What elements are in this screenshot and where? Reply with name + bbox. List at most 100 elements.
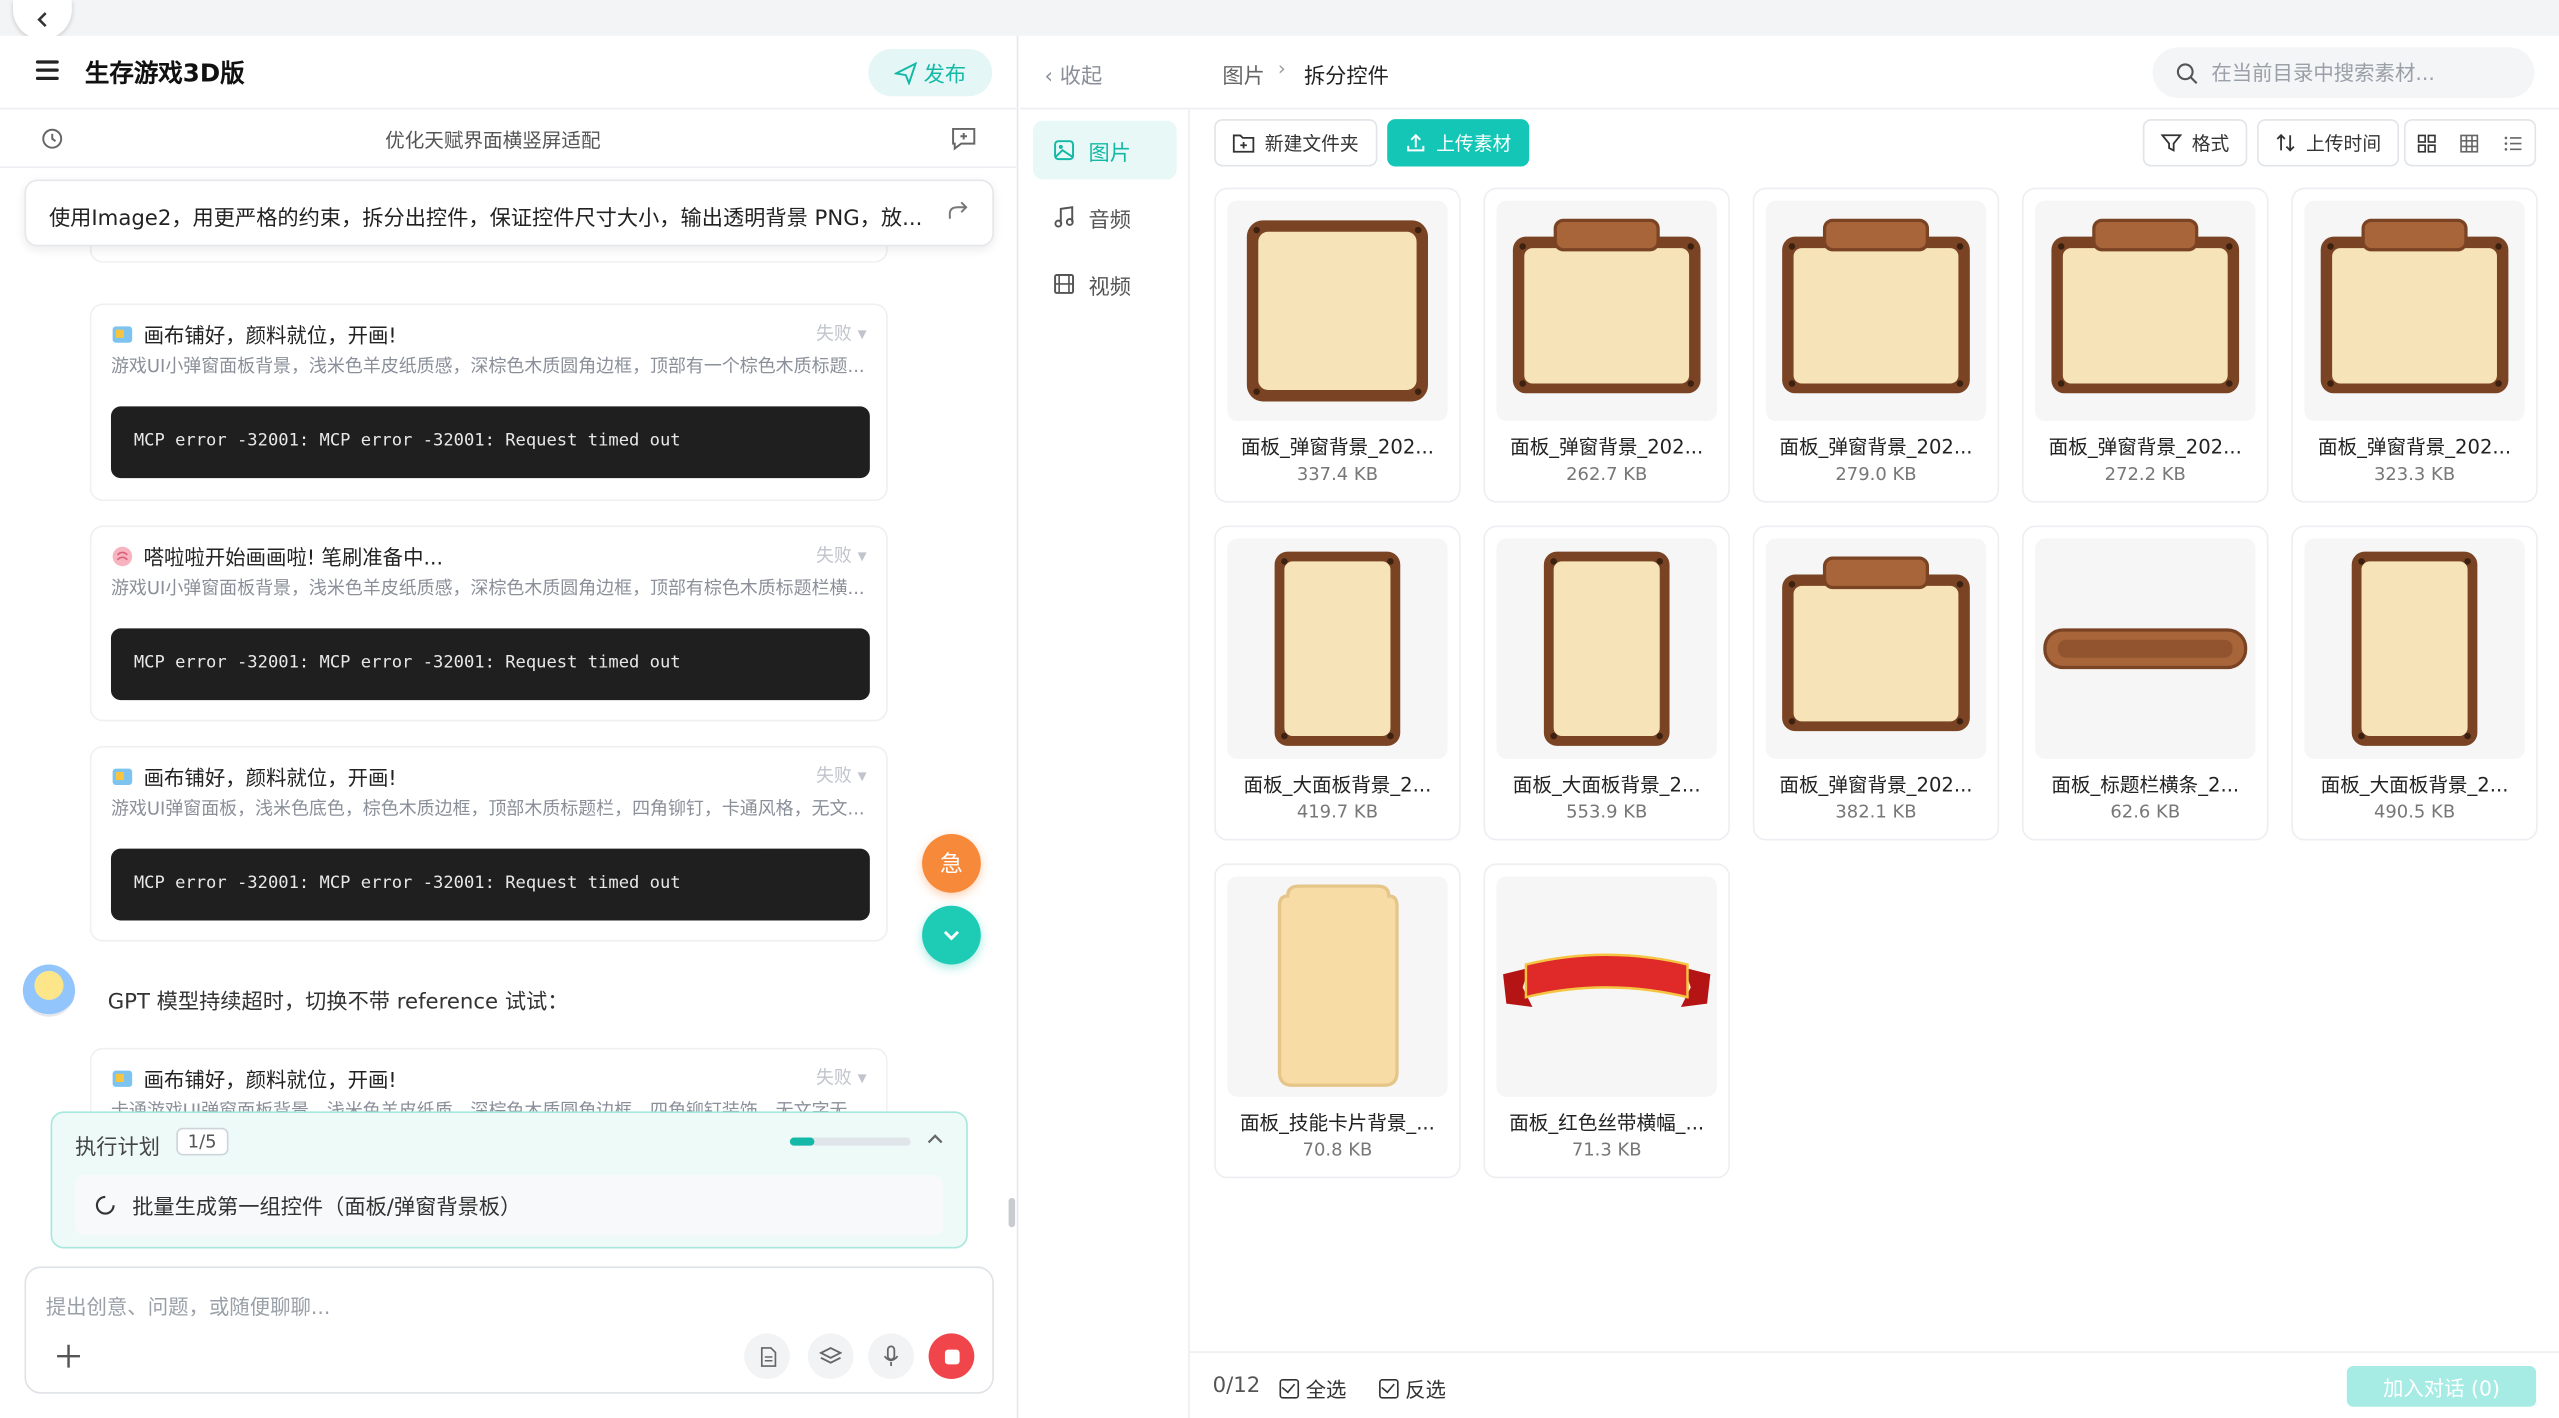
task-card: 画布铺好，颜料就位，开画! 失败 ▾ 游戏UI小弹窗面板背景，浅米色羊皮纸质感，… [89,303,888,502]
sort-icon [2276,133,2295,152]
microphone-button[interactable] [868,1333,914,1380]
scroll-down-button[interactable] [922,905,981,965]
sidebar-item-images[interactable]: 图片 [1033,120,1177,180]
plus-icon[interactable] [54,1342,83,1371]
collapse-button[interactable]: ‹ 收起 [1044,59,1102,89]
menu-icon[interactable] [35,60,59,83]
error-block: MCP error -32001: MCP error -32001: Requ… [110,848,870,921]
asset-name: 面板_红色丝带横幅_... [1509,1111,1705,1135]
asset-name: 面板_弹窗背景_202... [1510,435,1704,459]
asset-tile[interactable]: 面板_弹窗背景_202... 337.4 KB [1214,187,1461,503]
asset-size: 553.9 KB [1566,801,1648,823]
layers-button[interactable] [807,1333,854,1380]
upload-icon [1407,133,1425,152]
asset-size: 490.5 KB [2373,801,2456,823]
asset-tile[interactable]: 面板_弹窗背景_202... 279.0 KB [1752,187,2000,503]
asset-thumbnail [1227,200,1448,422]
asset-tile[interactable]: 面板_弹窗背景_202... 382.1 KB [1752,525,2000,841]
chat-header: 生存游戏3D版 发布 [0,36,1019,110]
chevron-down-icon[interactable]: ▾ [858,545,867,566]
checkbox-icon [1379,1378,1399,1398]
asset-name: 面板_大面板背景_2... [2320,773,2509,797]
document-icon [760,1346,776,1367]
small-grid-view-icon[interactable] [2449,121,2492,165]
task-title: 画布铺好，颜料就位，开画! [143,323,397,348]
asset-tile[interactable]: 面板_弹窗背景_202... 262.7 KB [1483,187,1730,503]
search-input[interactable] [2211,60,2506,85]
plan-item: 批量生成第一组控件（面板/弹窗背景板） [75,1175,944,1236]
upload-button[interactable]: 上传素材 [1387,119,1530,167]
breadcrumb-separator-icon: › [1277,57,1286,80]
error-block: MCP error -32001: MCP error -32001: Requ… [110,628,870,701]
asset-thumbnail [2304,538,2525,759]
asset-size: 279.0 KB [1835,463,1917,485]
chevron-up-icon[interactable] [924,1128,947,1151]
add-to-chat-button[interactable]: 加入对话 (0) [2346,1365,2537,1407]
asset-tile[interactable]: 面板_大面板背景_2... 419.7 KB [1214,525,1461,841]
asset-type-sidebar: 图片 音频 视频 [1020,109,1190,1418]
asset-header: ‹ 收起 图片 › 拆分控件 [1020,36,2559,110]
sidebar-item-audio[interactable]: 音频 [1033,188,1177,247]
sidebar-item-video[interactable]: 视频 [1033,255,1177,314]
publish-button[interactable]: 发布 [868,48,993,97]
asset-size: 71.3 KB [1571,1139,1642,1161]
asset-thumbnail [1496,200,1717,422]
list-view-icon[interactable] [2492,121,2535,165]
asset-tile[interactable]: 面板_弹窗背景_202... 323.3 KB [2291,187,2538,503]
scrollbar-thumb[interactable] [1008,1197,1016,1228]
new-chat-icon[interactable] [950,124,978,152]
task-card: 嗒啦啦开始画画啦! 笔刷准备中... 失败 ▾ 游戏UI小弹窗面板背景，浅米色羊… [89,525,888,722]
asset-tile[interactable]: 面板_技能卡片背景_... 70.8 KB [1214,863,1461,1179]
chat-input[interactable]: 提出创意、问题，或随便聊聊... [24,1266,994,1394]
asset-size: 70.8 KB [1302,1139,1373,1161]
large-grid-view-icon[interactable] [2406,121,2449,165]
sort-button[interactable]: 上传时间 [2257,119,2400,167]
stop-button[interactable] [928,1333,975,1380]
asset-size: 382.1 KB [1835,801,1917,823]
folder-plus-icon [1232,134,1255,153]
format-filter-button[interactable]: 格式 [2142,119,2248,167]
asset-panel: ‹ 收起 图片 › 拆分控件 图片 音频 视频 [1020,35,2559,1418]
new-folder-button[interactable]: 新建文件夹 [1214,119,1377,167]
chevron-down-icon[interactable]: ▾ [858,1067,867,1088]
debug-button[interactable]: 急 [922,833,981,893]
chevron-down-icon [943,930,960,941]
share-arrow-icon[interactable] [947,199,970,222]
asset-size: 337.4 KB [1296,463,1379,485]
top-strip [0,0,2559,36]
select-all-label: 全选 [1305,1377,1347,1402]
microphone-icon [883,1345,899,1366]
breadcrumb-images[interactable]: 图片 [1222,59,1264,89]
loading-spinner-icon [95,1195,115,1215]
layers-icon [819,1347,843,1364]
palette-icon [111,1067,134,1090]
asset-size: 419.7 KB [1296,801,1379,823]
asset-tile[interactable]: 面板_大面板背景_2... 490.5 KB [2291,525,2538,841]
asset-tile[interactable]: 面板_弹窗背景_202... 272.2 KB [2022,187,2269,503]
search-icon [2176,62,2198,84]
asset-tile[interactable]: 面板_标题栏横条_2... 62.6 KB [2022,525,2269,841]
plan-progress-fill [789,1137,815,1146]
document-button[interactable] [744,1333,790,1380]
film-icon [1054,274,1075,294]
asset-tile[interactable]: 面板_大面板背景_2... 553.9 KB [1483,525,1730,841]
sort-label: 上传时间 [2306,131,2382,155]
image-icon [1054,140,1075,161]
task-title: 画布铺好，颜料就位，开画! [143,765,397,790]
select-all-checkbox[interactable]: 全选 [1279,1373,1346,1404]
asset-name: 面板_技能卡片背景_... [1239,1111,1435,1135]
task-status: 失败 [815,545,852,567]
user-prompt-banner[interactable]: 使用Image2，用更严格的约束，拆分出控件，保证控件尺寸大小，输出透明背景 P… [24,179,994,247]
asset-thumbnail [1227,876,1448,1097]
invert-selection-checkbox[interactable]: 反选 [1379,1373,1446,1404]
plan-count: 1/5 [176,1127,228,1156]
asset-thumbnail [2304,200,2525,422]
brain-icon [111,545,134,568]
task-title: 画布铺好，颜料就位，开画! [143,1067,397,1092]
chevron-down-icon[interactable]: ▾ [858,323,867,344]
asset-tile[interactable]: 面板_红色丝带横幅_... 71.3 KB [1483,863,1730,1179]
chevron-down-icon[interactable]: ▾ [858,765,867,786]
asset-thumbnail [2035,200,2256,422]
asset-thumbnail [1765,200,1987,422]
chat-panel: 生存游戏3D版 发布 优化天赋界面横竖屏适配 使用Image2，用更严格的约束，… [0,35,1019,1418]
